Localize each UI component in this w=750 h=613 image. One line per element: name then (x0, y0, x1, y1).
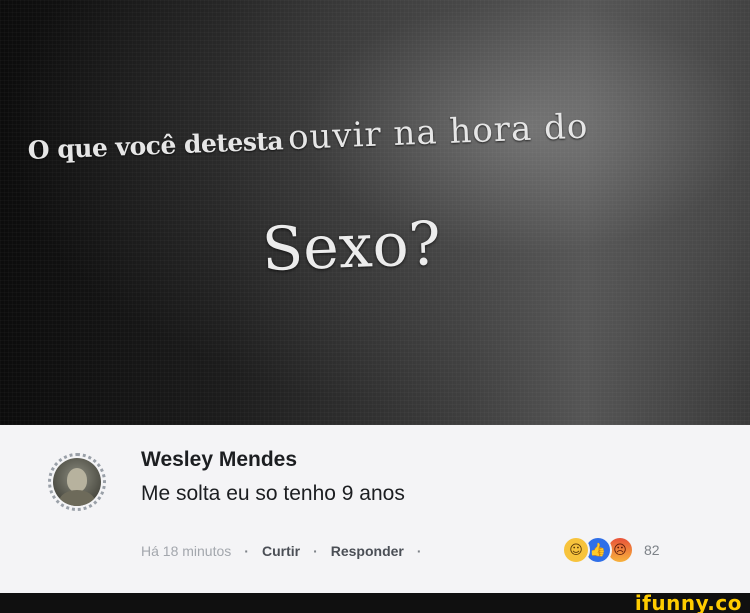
comment-card: Wesley Mendes Me solta eu so tenho 9 ano… (0, 425, 750, 593)
reply-link[interactable]: Responder (331, 543, 404, 559)
headline-start: O que você detesta (27, 126, 284, 166)
watermark-bar: ifunny.co (0, 591, 750, 613)
comment-author[interactable]: Wesley Mendes (141, 448, 297, 472)
like-link[interactable]: Curtir (262, 543, 300, 559)
meme-subline: Sexo? (260, 208, 442, 286)
ifunny-watermark: ifunny.co (634, 591, 742, 613)
meme-screenshot: O que você detesta ouvir na hora do Sexo… (0, 0, 750, 613)
separator-dot: · (244, 543, 249, 559)
headline-end: ouvir na hora do (287, 106, 590, 159)
comment-text: Me solta eu so tenho 9 anos (141, 482, 405, 505)
avatar-photo (53, 458, 101, 506)
meme-headline: O que você detesta ouvir na hora do (27, 101, 740, 208)
separator-dot: · (416, 543, 422, 559)
separator-dot: · (313, 543, 318, 559)
reactions-summary[interactable]: ☺ 👍 ☹ 82 (562, 535, 660, 565)
avatar-body (59, 490, 95, 506)
comment-timestamp[interactable]: Há 18 minutos (141, 543, 231, 559)
comment-actions: Há 18 minutos · Curtir · Responder · (141, 543, 435, 559)
avatar-face (67, 468, 87, 492)
reaction-count: 82 (644, 542, 660, 558)
haha-reaction-icon: ☺ (562, 536, 590, 564)
avatar[interactable] (38, 443, 116, 521)
meme-photo: O que você detesta ouvir na hora do Sexo… (0, 0, 750, 425)
